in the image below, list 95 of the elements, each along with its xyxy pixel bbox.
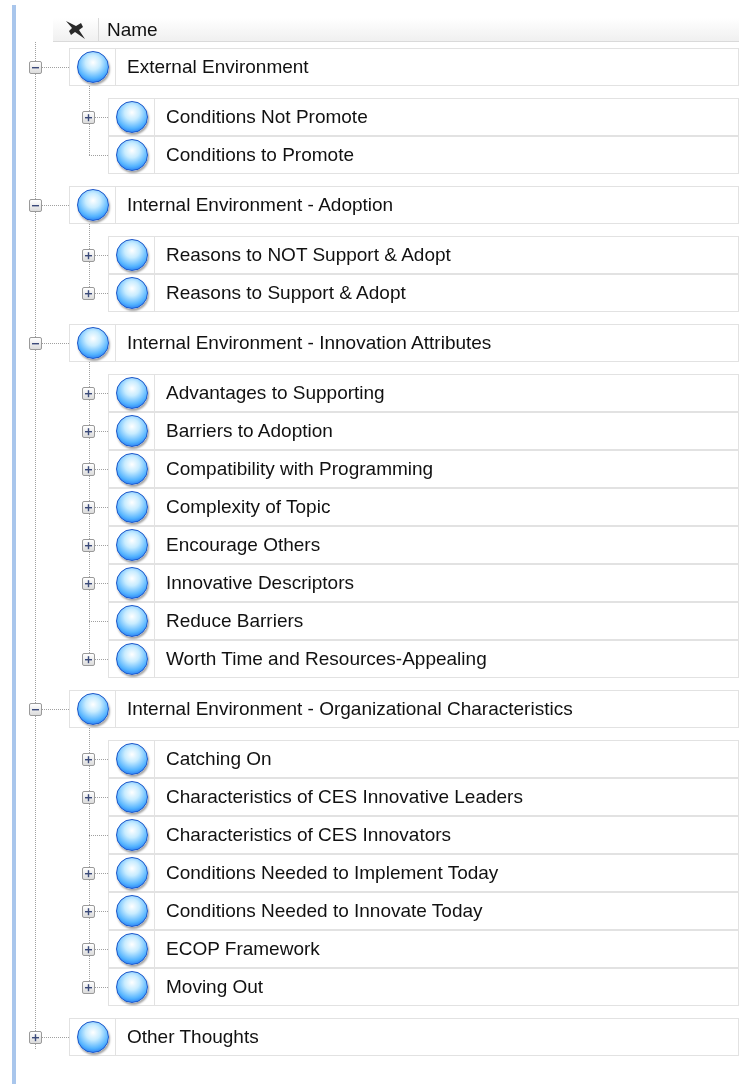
node-label: Moving Out: [166, 974, 264, 999]
node-label: Reasons to NOT Support & Adopt: [166, 242, 451, 267]
node-icon: [76, 327, 109, 359]
expand-icon[interactable]: [82, 576, 95, 590]
node-label: Conditions to Promote: [166, 142, 354, 167]
node-icon: [115, 453, 148, 485]
node-label: Catching On: [166, 746, 272, 771]
column-header[interactable]: Name: [53, 18, 739, 42]
node-icon: [76, 1021, 109, 1053]
expand-icon[interactable]: [82, 286, 95, 300]
expand-icon[interactable]: [82, 942, 95, 956]
node-label: Complexity of Topic: [166, 494, 331, 519]
node-label: Innovative Descriptors: [166, 570, 354, 595]
node-label: Conditions Needed to Innovate Today: [166, 898, 483, 923]
tree-row[interactable]: Conditions Not Promote: [108, 98, 739, 136]
tree-row[interactable]: Catching On: [108, 740, 739, 778]
tree-row[interactable]: Characteristics of CES Innovative Leaders: [108, 778, 739, 816]
tree-row[interactable]: Worth Time and Resources-Appealing: [108, 640, 739, 678]
node-icon: [115, 819, 148, 851]
node-icon: [115, 139, 148, 171]
expand-icon[interactable]: [82, 904, 95, 918]
node-label: Reasons to Support & Adopt: [166, 280, 406, 305]
tree-row[interactable]: Innovative Descriptors: [108, 564, 739, 602]
node-icon: [115, 529, 148, 561]
node-icon: [115, 377, 148, 409]
node-label: External Environment: [127, 54, 309, 79]
tree-row[interactable]: Barriers to Adoption: [108, 412, 739, 450]
tree-row[interactable]: Reduce Barriers: [108, 602, 739, 640]
node-icon: [76, 693, 109, 725]
collapse-icon[interactable]: [29, 60, 42, 74]
node-icon: [115, 605, 148, 637]
expand-icon[interactable]: [82, 424, 95, 438]
expand-icon[interactable]: [82, 462, 95, 476]
tree-row[interactable]: Other Thoughts: [69, 1018, 739, 1056]
node-label: Advantages to Supporting: [166, 380, 385, 405]
expand-icon[interactable]: [82, 110, 95, 124]
expand-icon[interactable]: [82, 538, 95, 552]
node-icon: [115, 857, 148, 889]
tree-row[interactable]: Reasons to Support & Adopt: [108, 274, 739, 312]
node-icon: [115, 895, 148, 927]
tree-row[interactable]: Characteristics of CES Innovators: [108, 816, 739, 854]
tree-row[interactable]: Compatibility with Programming: [108, 450, 739, 488]
expand-icon[interactable]: [82, 248, 95, 262]
column-title: Name: [106, 18, 158, 41]
node-label: Internal Environment - Innovation Attributes: [127, 330, 492, 355]
node-icon: [115, 971, 148, 1003]
node-icon: [76, 189, 109, 221]
node-icon: [115, 415, 148, 447]
collapse-icon[interactable]: [29, 198, 42, 212]
tree-row[interactable]: Internal Environment - Organizational Characteristics: [69, 690, 739, 728]
node-label: Worth Time and Resources-Appealing: [166, 646, 487, 671]
node-icon: [115, 491, 148, 523]
node-label: Reduce Barriers: [166, 608, 304, 633]
tree-row[interactable]: Advantages to Supporting: [108, 374, 739, 412]
expand-icon[interactable]: [82, 790, 95, 804]
node-icon: [115, 101, 148, 133]
node-icon: [115, 743, 148, 775]
node-label: Characteristics of CES Innovators: [166, 822, 452, 847]
collapse-icon[interactable]: [29, 336, 42, 350]
node-icon: [115, 643, 148, 675]
tree-row[interactable]: Conditions Needed to Implement Today: [108, 854, 739, 892]
expand-icon[interactable]: [82, 500, 95, 514]
tree-row[interactable]: Reasons to NOT Support & Adopt: [108, 236, 739, 274]
node-icon: [76, 51, 109, 83]
node-label: Compatibility with Programming: [166, 456, 434, 481]
node-label: Characteristics of CES Innovative Leaders: [166, 784, 523, 809]
node-label: Conditions Not Promote: [166, 104, 368, 129]
expand-icon[interactable]: [82, 866, 95, 880]
tree-row[interactable]: Conditions Needed to Innovate Today: [108, 892, 739, 930]
tree-row[interactable]: Internal Environment - Innovation Attributes: [69, 324, 739, 362]
expand-icon[interactable]: [82, 652, 95, 666]
tree-row[interactable]: Moving Out: [108, 968, 739, 1006]
node-icon: [115, 933, 148, 965]
tree-row[interactable]: Complexity of Topic: [108, 488, 739, 526]
tree-row[interactable]: ECOP Framework: [108, 930, 739, 968]
tree-row[interactable]: Internal Environment - Adoption: [69, 186, 739, 224]
node-label: Conditions Needed to Implement Today: [166, 860, 499, 885]
expand-icon[interactable]: [82, 752, 95, 766]
expand-icon[interactable]: [29, 1030, 42, 1044]
node-label: Other Thoughts: [127, 1024, 259, 1049]
node-icon: [115, 567, 148, 599]
tree-row[interactable]: Encourage Others: [108, 526, 739, 564]
collapse-icon[interactable]: [29, 702, 42, 716]
node-label: ECOP Framework: [166, 936, 320, 961]
expand-icon[interactable]: [82, 980, 95, 994]
node-icon: [115, 277, 148, 309]
node-label: Internal Environment - Organizational Characteristics: [127, 696, 573, 721]
tree-row[interactable]: Conditions to Promote: [108, 136, 739, 174]
node-label: Internal Environment - Adoption: [127, 192, 394, 217]
node-icon: [115, 239, 148, 271]
node-label: Barriers to Adoption: [166, 418, 333, 443]
node-icon: [115, 781, 148, 813]
tree-row[interactable]: External Environment: [69, 48, 739, 86]
node-label: Encourage Others: [166, 532, 321, 557]
expand-icon[interactable]: [82, 386, 95, 400]
